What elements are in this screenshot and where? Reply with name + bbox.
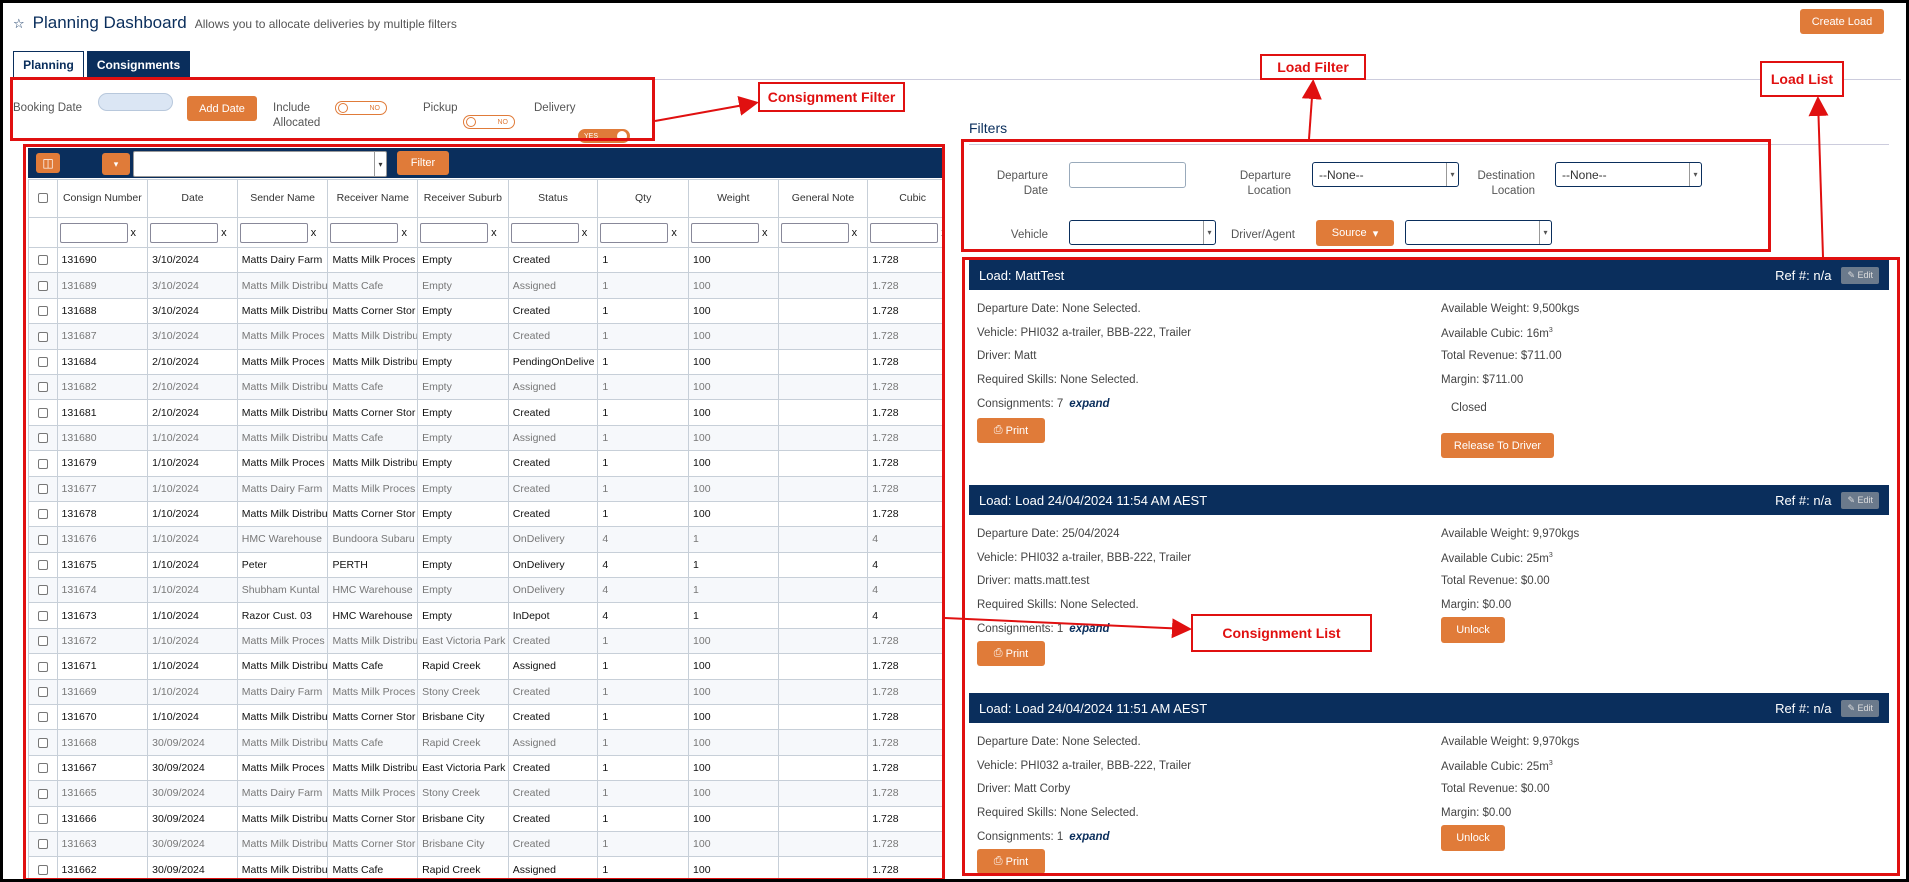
- annotation-arrows: [654, 79, 1829, 639]
- planning-dashboard-window: ☆ Planning Dashboard Allows you to alloc…: [0, 0, 1909, 882]
